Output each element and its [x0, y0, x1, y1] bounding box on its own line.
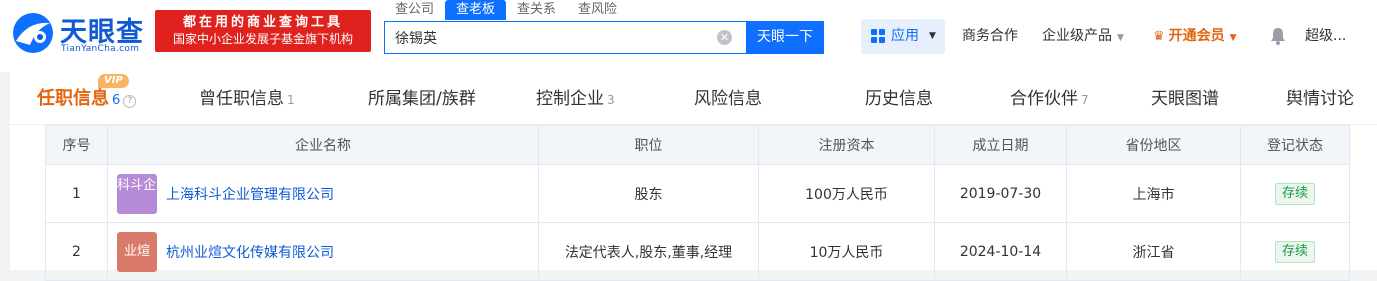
chevron-down-icon: ▼ — [929, 31, 936, 41]
user-name: 超级... — [1305, 28, 1347, 44]
tab-label: 风险信息 — [694, 89, 762, 109]
nav-enterprise-label: 企业级产品 — [1042, 28, 1112, 44]
cell-index: 2 — [45, 222, 108, 281]
search-type-tabs: 查公司 查老板 查关系 查风险 — [384, 0, 628, 20]
user-account-menu[interactable]: 超级... — [1305, 26, 1346, 46]
col-header-index: 序号 — [45, 125, 108, 165]
cell-region: 浙江省 — [1066, 222, 1241, 281]
chevron-down-icon: ▼ — [1117, 33, 1124, 43]
nav-enterprise-products[interactable]: 企业级产品 ▼ — [1042, 26, 1124, 48]
section-tabs: VIP 任职信息 6? 曾任职信息 1 所属集团/族群 控制企业 3 风险信息 历史信… — [10, 72, 1377, 125]
brand-domain: TianYanCha.com — [61, 44, 140, 54]
tab-history[interactable]: 历史信息 — [865, 87, 933, 111]
bell-icon[interactable] — [1270, 27, 1286, 45]
content-card: VIP 任职信息 6? 曾任职信息 1 所属集团/族群 控制企业 3 风险信息 历史信… — [10, 72, 1377, 281]
tab-group[interactable]: 所属集团/族群 — [368, 87, 476, 111]
status-badge: 存续 — [1274, 182, 1315, 205]
site-logo[interactable]: 天眼查 TianYanCha.com — [10, 8, 150, 58]
tab-count: 1 — [287, 93, 295, 107]
tab-public-opinion[interactable]: 舆情讨论 — [1286, 87, 1354, 111]
company-logo[interactable]: 科斗企业 — [117, 173, 169, 214]
tab-label: 所属集团/族群 — [368, 89, 476, 109]
col-header-region: 省份地区 — [1066, 125, 1241, 165]
tab-former-positions[interactable]: 曾任职信息 1 — [199, 87, 295, 112]
nav-business-cooperation[interactable]: 商务合作 — [962, 26, 1018, 46]
tab-label: 控制企业 — [536, 89, 604, 109]
slogan-banner: 都在用的商业查询工具 国家中小企业发展子基金旗下机构 — [155, 10, 371, 52]
search-tab-relation[interactable]: 查关系 — [506, 0, 567, 20]
company-name-link[interactable]: 杭州业煊文化传媒有限公司 — [166, 242, 334, 262]
cell-position: 股东 — [538, 164, 759, 223]
col-header-founded: 成立日期 — [934, 125, 1067, 165]
cell-capital: 10万人民币 — [758, 222, 935, 281]
cell-status: 存续 — [1240, 222, 1350, 281]
apps-grid-icon — [871, 29, 886, 44]
slogan-line-2: 国家中小企业发展子基金旗下机构 — [172, 32, 353, 46]
search-tab-risk[interactable]: 查风险 — [567, 0, 628, 20]
col-header-capital: 注册资本 — [758, 125, 935, 165]
search-tab-company[interactable]: 查公司 — [384, 0, 445, 20]
tab-label: 曾任职信息 — [199, 89, 284, 109]
cell-founded: 2024-10-14 — [934, 222, 1067, 281]
tab-count: 6 — [112, 93, 121, 108]
cell-capital: 100万人民币 — [758, 164, 935, 223]
clear-search-icon[interactable]: ✕ — [717, 30, 732, 45]
apps-label: 应用 — [891, 28, 919, 44]
crown-icon: ♛ — [1153, 29, 1165, 44]
tab-label: 舆情讨论 — [1286, 89, 1354, 109]
cell-index: 1 — [45, 164, 108, 223]
cell-position: 法定代表人,股东,董事,经理 — [538, 222, 759, 281]
search-box: ✕ — [384, 21, 746, 54]
nav-vip-label: 开通会员 — [1168, 28, 1225, 44]
tab-risk-info[interactable]: 风险信息 — [694, 87, 762, 111]
tab-label: 历史信息 — [865, 89, 933, 109]
apps-menu-button[interactable]: 应用 ▼ — [861, 19, 945, 54]
status-badge: 存续 — [1274, 240, 1315, 263]
help-icon[interactable]: ? — [123, 95, 137, 108]
cell-founded: 2019-07-30 — [934, 164, 1067, 223]
tab-label: 合作伙伴 — [1010, 89, 1078, 109]
table-row: 1 科斗企业上海科斗企业管理有限公司 股东 100万人民币 2019-07-30… — [45, 164, 1350, 223]
cell-status: 存续 — [1240, 164, 1350, 223]
positions-table: 序号 企业名称 职位 注册资本 成立日期 省份地区 登记状态 1 科斗企业上海科… — [45, 125, 1350, 281]
company-name-link[interactable]: 上海科斗企业管理有限公司 — [166, 184, 334, 204]
chevron-down-icon: ▼ — [1229, 33, 1237, 43]
tab-label: 任职信息 — [37, 88, 109, 109]
top-header: 天眼查 TianYanCha.com 都在用的商业查询工具 国家中小企业发展子基… — [0, 0, 1377, 72]
tab-graph[interactable]: 天眼图谱 — [1151, 87, 1219, 111]
tianyancha-logo-icon — [13, 13, 53, 53]
slogan-line-1: 都在用的商业查询工具 — [182, 15, 343, 30]
nav-open-vip[interactable]: ♛ 开通会员 ▼ — [1153, 26, 1237, 48]
table-row: 2 业煊 杭州业煊文化传媒有限公司 法定代表人,股东,董事,经理 10万人民币 2… — [45, 222, 1350, 281]
tab-count: 3 — [607, 93, 615, 107]
cell-company: 科斗企业上海科斗企业管理有限公司 — [107, 164, 539, 223]
col-header-company: 企业名称 — [107, 125, 539, 165]
search-button[interactable]: 天眼一下 — [746, 21, 824, 54]
vip-badge: VIP — [98, 74, 129, 88]
search-input[interactable] — [385, 22, 715, 53]
table-header-row: 序号 企业名称 职位 注册资本 成立日期 省份地区 登记状态 — [45, 125, 1350, 165]
tab-current-positions[interactable]: 任职信息 6? — [37, 87, 137, 113]
tab-partners[interactable]: 合作伙伴 7 — [1010, 87, 1089, 112]
col-header-status: 登记状态 — [1240, 125, 1350, 165]
tab-controlled-companies[interactable]: 控制企业 3 — [536, 87, 615, 112]
tab-label: 天眼图谱 — [1151, 89, 1219, 109]
search-tab-boss[interactable]: 查老板 — [445, 0, 507, 20]
col-header-position: 职位 — [538, 125, 759, 165]
cell-company: 业煊 杭州业煊文化传媒有限公司 — [107, 222, 539, 281]
tab-count: 7 — [1081, 93, 1089, 107]
cell-region: 上海市 — [1066, 164, 1241, 223]
company-logo[interactable]: 业煊 — [117, 231, 157, 272]
